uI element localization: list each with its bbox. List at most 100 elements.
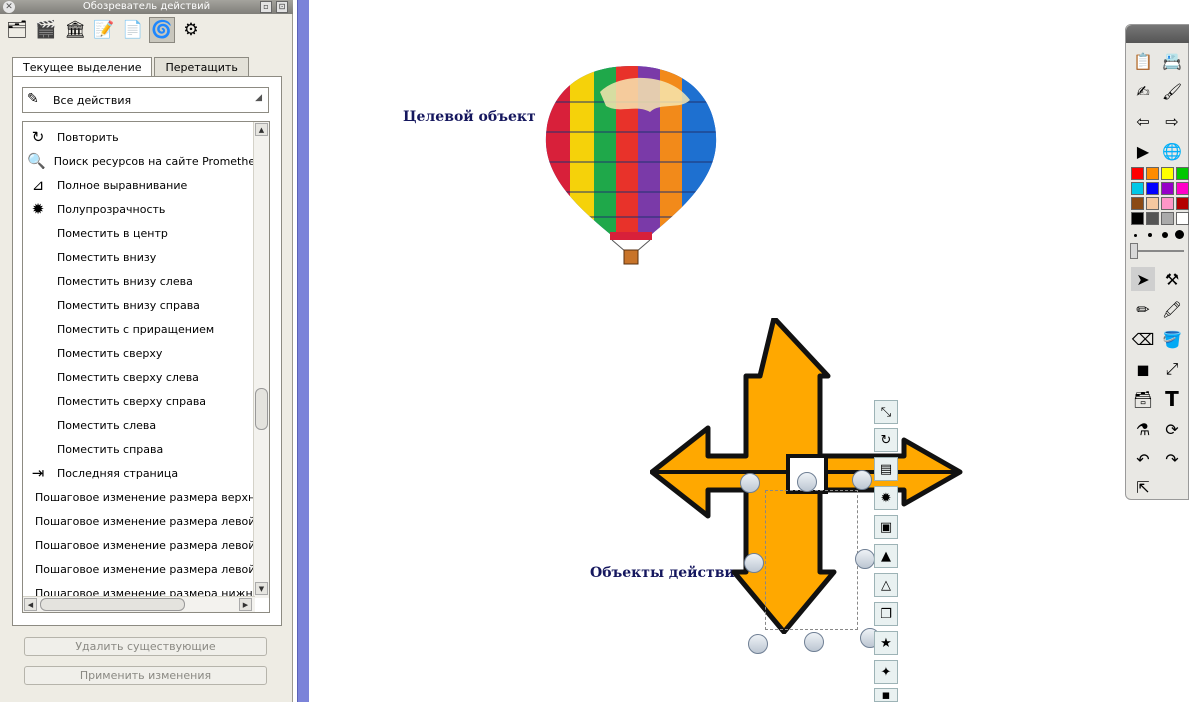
toolbox-pin-icon[interactable]: ⇱ xyxy=(1131,475,1155,499)
list-item[interactable]: Пошаговое изменение размера левой н xyxy=(23,533,253,557)
pen-size-1[interactable] xyxy=(1134,234,1137,237)
delete-existing-button[interactable]: Удалить существующие xyxy=(24,637,267,656)
rotate-icon[interactable]: ↻ xyxy=(874,428,898,452)
pen-size-4[interactable] xyxy=(1175,230,1184,239)
list-item[interactable]: ⊿ Полное выравнивание xyxy=(23,173,253,197)
color-swatch[interactable] xyxy=(1176,197,1189,210)
color-swatch[interactable] xyxy=(1131,182,1144,195)
scroll-left-icon[interactable]: ◀ xyxy=(24,598,37,611)
notes-icon[interactable]: 📝 xyxy=(91,17,117,43)
list-item[interactable]: Пошаговое изменение размера левой ч xyxy=(23,557,253,581)
color-swatch[interactable] xyxy=(1131,167,1144,180)
resource-library-icon[interactable]: 🏛 xyxy=(62,17,88,43)
list-item[interactable]: Поместить внизу справа xyxy=(23,293,253,317)
apply-changes-button[interactable]: Применить изменения xyxy=(24,666,267,685)
scroll-up-icon[interactable]: ▲ xyxy=(255,123,268,136)
color-swatch[interactable] xyxy=(1161,167,1174,180)
tab-drag[interactable]: Перетащить xyxy=(154,57,249,77)
size-slider-handle[interactable] xyxy=(1130,243,1138,259)
magic-ink-icon[interactable]: 🖌 xyxy=(1160,79,1184,103)
list-item[interactable]: Поместить сверху xyxy=(23,341,253,365)
list-item[interactable]: Поместить сверху справа xyxy=(23,389,253,413)
resize-icon[interactable]: ⤡ xyxy=(874,400,898,424)
close-icon[interactable]: ✕ xyxy=(3,1,15,13)
select-cursor-icon[interactable]: ➤ xyxy=(1131,267,1155,291)
restore-icon[interactable]: ▫ xyxy=(260,1,272,13)
text-icon[interactable]: T xyxy=(1160,387,1184,411)
list-item[interactable]: Пошаговое изменение размера верхней xyxy=(23,485,253,509)
list-item[interactable]: Поместить в центр xyxy=(23,221,253,245)
edit-object-icon[interactable]: ▤ xyxy=(874,457,898,481)
list-item[interactable]: ⇥ Последняя страница xyxy=(23,461,253,485)
translucency-icon[interactable]: ✹ xyxy=(874,486,898,510)
list-item[interactable]: Пошаговое изменение размера левой в xyxy=(23,509,253,533)
actions-list[interactable]: ↻ Повторить 🔍 Поиск ресурсов на сайте Prome… xyxy=(22,121,270,613)
send-backward-icon[interactable]: △ xyxy=(874,573,898,597)
selection-handle[interactable] xyxy=(748,634,768,654)
reorder-icon[interactable]: ▣ xyxy=(874,515,898,539)
color-swatch[interactable] xyxy=(1176,212,1189,225)
color-swatch[interactable] xyxy=(1131,212,1144,225)
eraser-icon[interactable]: ⌫ xyxy=(1131,327,1155,351)
previous-page-icon[interactable]: ⇦ xyxy=(1131,109,1155,133)
star-menu-icon[interactable]: ✦ xyxy=(874,660,898,684)
color-swatch[interactable] xyxy=(1161,197,1174,210)
color-swatch[interactable] xyxy=(1176,167,1189,180)
pen-size-2[interactable] xyxy=(1148,233,1152,237)
star-icon[interactable]: ★ xyxy=(874,631,898,655)
browser-icon[interactable]: 📇 xyxy=(1160,49,1184,73)
handwriting-icon[interactable]: ✍ xyxy=(1131,79,1155,103)
undo-icon[interactable]: ↶ xyxy=(1131,447,1155,471)
actions-page-icon[interactable]: 🗂 xyxy=(4,17,30,43)
selection-handle[interactable] xyxy=(744,553,764,573)
color-swatch[interactable] xyxy=(1146,212,1159,225)
globe-icon[interactable]: 🌐 xyxy=(1160,139,1184,163)
color-swatch[interactable] xyxy=(1176,182,1189,195)
play-icon[interactable]: ▶ xyxy=(1131,139,1155,163)
more-icon[interactable]: ▪ xyxy=(874,688,898,703)
toolbox-titlebar[interactable] xyxy=(1126,25,1189,43)
list-item[interactable]: Поместить с приращением xyxy=(23,317,253,341)
action-browser-icon[interactable]: 🌀 xyxy=(149,17,175,43)
scroll-right-icon[interactable]: ▶ xyxy=(239,598,252,611)
panel-divider[interactable] xyxy=(297,0,309,702)
selection-handle[interactable] xyxy=(804,632,824,652)
horizontal-scroll-thumb[interactable] xyxy=(40,598,185,611)
media-icon[interactable]: 🎬 xyxy=(33,17,59,43)
color-swatch[interactable] xyxy=(1161,212,1174,225)
connector-icon[interactable]: ⤢ xyxy=(1160,357,1184,381)
page-properties-icon[interactable]: 📄 xyxy=(120,17,146,43)
bring-forward-icon[interactable]: ▲ xyxy=(874,544,898,568)
pen-icon[interactable]: ✏ xyxy=(1131,297,1155,321)
selection-handle[interactable] xyxy=(855,549,875,569)
pin-icon[interactable]: ⊡ xyxy=(276,1,288,13)
selection-handle[interactable] xyxy=(740,473,760,493)
list-item[interactable]: Поместить внизу слева xyxy=(23,269,253,293)
vertical-scroll-thumb[interactable] xyxy=(255,388,268,430)
tab-current-selection[interactable]: Текущее выделение xyxy=(12,57,153,78)
list-item[interactable]: Поместить внизу xyxy=(23,245,253,269)
color-swatch[interactable] xyxy=(1146,182,1159,195)
highlighter-icon[interactable]: 🖍 xyxy=(1160,297,1184,321)
reset-icon[interactable]: ⟳ xyxy=(1160,417,1184,441)
reveal-icon[interactable]: ⚗ xyxy=(1131,417,1155,441)
color-swatch[interactable] xyxy=(1131,197,1144,210)
size-slider-track[interactable] xyxy=(1132,250,1184,252)
selection-handle[interactable] xyxy=(797,472,817,492)
next-page-icon[interactable]: ⇨ xyxy=(1160,109,1184,133)
list-item[interactable]: Поместить справа xyxy=(23,437,253,461)
vertical-scrollbar[interactable]: ▲ ▼ xyxy=(253,122,269,598)
list-item[interactable]: Поместить сверху слева xyxy=(23,365,253,389)
horizontal-scrollbar[interactable]: ◀ ▶ xyxy=(23,596,255,612)
pen-size-3[interactable] xyxy=(1162,232,1168,238)
list-item[interactable]: 🔍 Поиск ресурсов на сайте Promethean P xyxy=(23,149,253,173)
tools-icon[interactable]: ⚒ xyxy=(1160,267,1184,291)
hot-air-balloon-image[interactable] xyxy=(540,62,722,272)
list-item[interactable]: Поместить слева xyxy=(23,413,253,437)
color-swatch[interactable] xyxy=(1146,167,1159,180)
selection-handle[interactable] xyxy=(852,470,872,490)
list-item[interactable]: ✹ Полупрозрачность xyxy=(23,197,253,221)
list-item[interactable]: ↻ Повторить xyxy=(23,125,253,149)
shape-icon[interactable]: ◼ xyxy=(1131,357,1155,381)
fill-icon[interactable]: 🪣 xyxy=(1160,327,1184,351)
